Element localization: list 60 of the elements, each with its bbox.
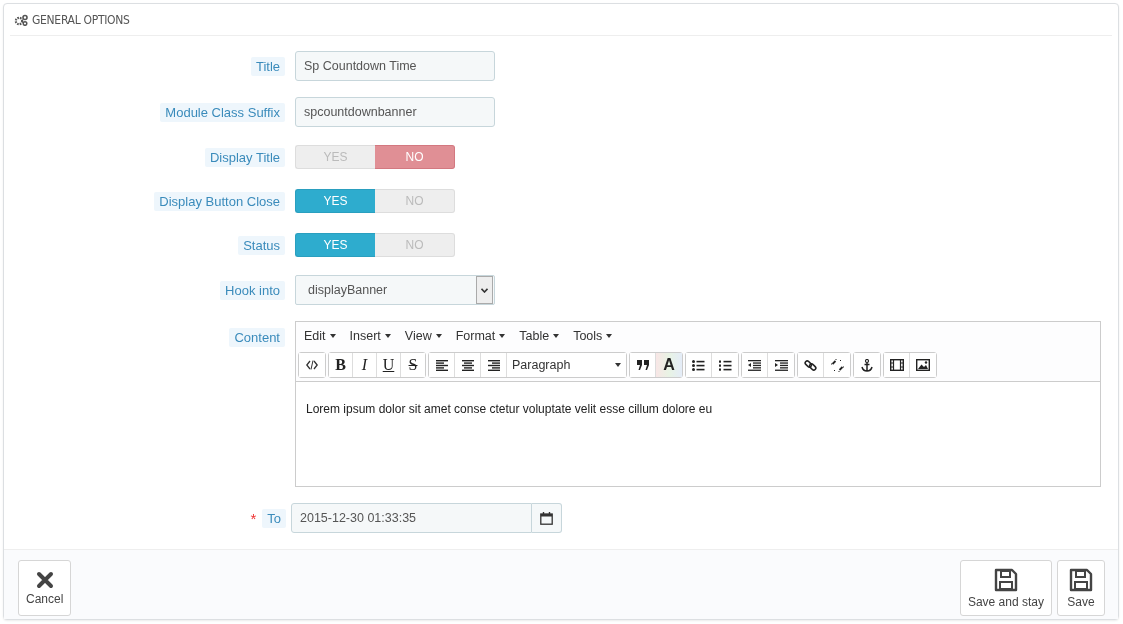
source-code-button[interactable] [299,353,325,377]
date-field[interactable]: 2015-12-30 01:33:35 [291,503,532,533]
blockquote-button[interactable] [630,353,656,377]
indent-icon [774,359,788,371]
caret-icon [384,334,391,338]
field-label: Hook into [220,280,285,300]
text-color-button[interactable]: A [656,353,682,377]
calendar-button[interactable] [532,503,562,533]
field-label: Content [229,328,285,347]
menu-item[interactable]: Edit [304,329,336,343]
format-value: Paragraph [512,358,571,372]
menu-item[interactable]: View [404,329,442,343]
outdent-icon [748,359,761,371]
caret-icon [499,334,506,338]
numbered-list-icon [718,359,732,371]
bullet-list-button[interactable] [686,353,712,377]
outdent-button[interactable] [742,353,768,377]
menu-item[interactable]: Table [519,329,560,343]
field-label: To [262,508,286,528]
caret-icon [606,334,613,338]
film-strip-icon [889,359,904,371]
field-label: Display Button Close [154,191,285,211]
menu-item[interactable]: Format [455,329,506,343]
required-mark: * [250,509,257,527]
editor-text: Lorem ipsum dolor sit amet conse ctetur voluptate velit esse cillum dolore eu [306,402,714,416]
bullet-list-icon [692,359,705,371]
panel-title: GENERAL OPTIONS [32,12,130,27]
menu-item[interactable]: Tools [573,329,613,343]
blockquote-icon [636,360,649,370]
source-code-icon [306,360,318,370]
calendar-icon [540,511,553,525]
caret-icon [553,334,560,338]
link-icon [804,358,817,372]
text-field[interactable]: spcountdownbanner [295,97,495,127]
hook-dropdown[interactable]: displayBanner [295,275,495,305]
cancel-button[interactable]: Cancel [18,560,72,616]
field-label: Display Title [204,147,285,167]
bold-button[interactable]: B [329,353,353,377]
field-label: Status [238,235,285,255]
anchor-icon-icon [861,358,873,372]
align-left-icon [435,359,448,371]
link-button[interactable] [798,353,824,377]
caret-icon [615,363,621,367]
save-button[interactable]: Save and stay [959,560,1052,616]
chevron-down-icon [481,287,488,293]
picture-icon [916,359,930,371]
menu-item[interactable]: Insert [349,329,391,343]
align-left-button[interactable] [429,353,455,377]
save-button[interactable]: Save [1057,560,1105,616]
field-label: Title [250,56,285,76]
close-icon [35,570,54,589]
select-value: displayBanner [307,283,389,297]
caret-icon [435,334,442,338]
align-center-icon [461,359,474,371]
caret-icon [329,334,336,338]
text-field[interactable]: Sp Countdown Time [295,51,495,81]
align-right-icon [487,359,500,371]
field-label: Module Class Suffix [160,102,285,122]
film-strip-button[interactable] [884,353,910,377]
anchor-icon-button[interactable] [854,353,880,377]
